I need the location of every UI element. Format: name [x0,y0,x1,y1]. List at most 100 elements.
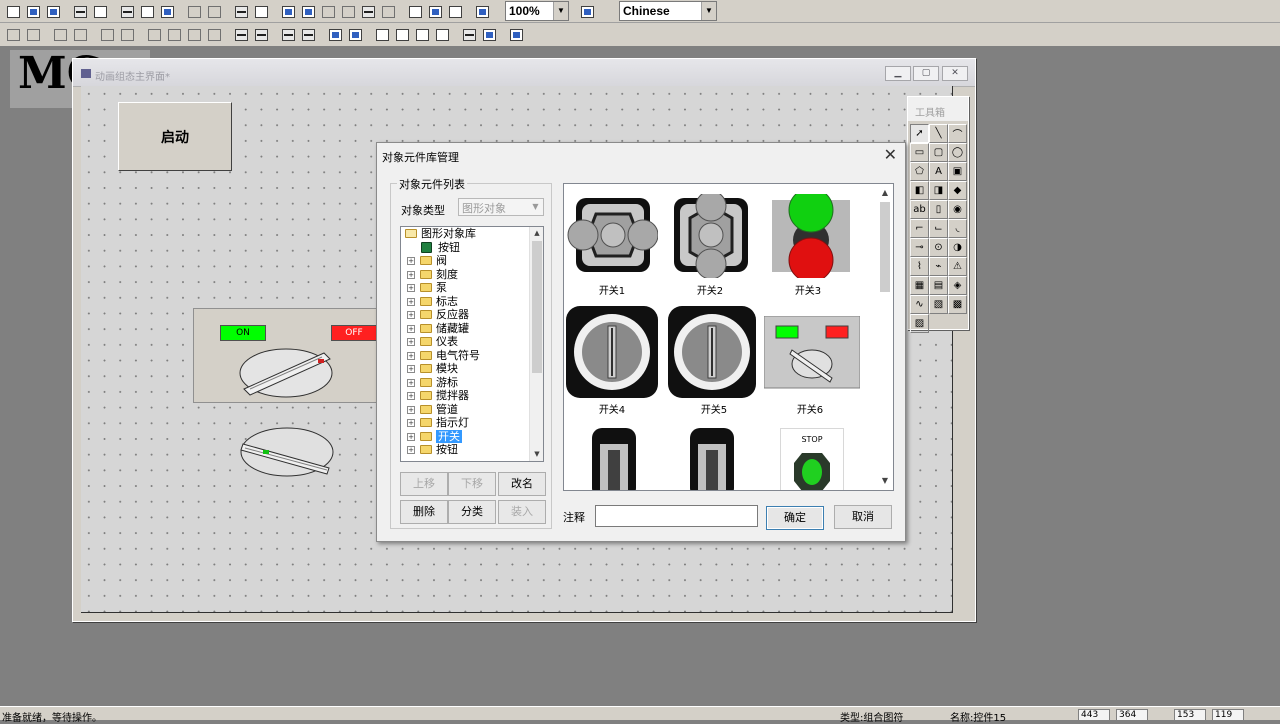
tree-item[interactable]: + 搅拌器 [401,389,543,403]
rotate-right-icon[interactable] [299,25,318,44]
recipe-icon[interactable]: ▧ [929,295,948,314]
plot-icon[interactable]: ∿ [910,295,929,314]
ungroup-icon[interactable] [346,25,365,44]
new-file-icon[interactable] [4,2,23,21]
redo-icon[interactable] [205,2,224,21]
ellipse-icon[interactable]: ◯ [948,143,967,162]
save-as-icon[interactable] [299,2,318,21]
tree-item-button-root[interactable]: 按钮 [401,241,543,255]
fill-icon[interactable] [480,25,499,44]
pipe-icon[interactable]: ◧ [910,181,929,200]
minimize-icon[interactable]: ▁ [885,66,911,81]
layout-icon[interactable] [446,2,465,21]
expand-icon[interactable]: + [407,324,415,333]
expand-icon[interactable]: + [407,446,415,454]
switch-item-1[interactable]: 开关1 [566,194,659,304]
tree-item[interactable]: + 仪表 [401,335,543,349]
move-up-button[interactable]: 上移 [400,472,448,496]
tree-item[interactable]: + 标志 [401,295,543,309]
cancel-button[interactable]: 取消 [834,505,892,529]
classify-button[interactable]: 分类 [448,500,496,524]
align-bottom-icon[interactable] [71,25,90,44]
help-icon[interactable] [473,2,492,21]
expand-icon[interactable]: + [407,297,415,306]
tree-item[interactable]: + 模块 [401,362,543,376]
grid-icon[interactable] [379,2,398,21]
alarm-icon[interactable]: ⚠ [948,257,967,276]
flip-v-icon[interactable] [252,25,271,44]
flow-line-icon[interactable]: ⌐ [910,219,929,238]
report-icon[interactable]: ▤ [929,276,948,295]
maximize-icon[interactable]: ▢ [913,66,939,81]
check-icon[interactable] [426,2,445,21]
tools-icon[interactable] [232,2,251,21]
expand-icon[interactable]: + [407,338,415,346]
expand-icon[interactable]: + [407,419,415,427]
expand-icon[interactable]: + [407,405,415,414]
material-icon[interactable]: ◆ [948,181,967,200]
tree-item[interactable]: + 储藏罐 [401,322,543,336]
tree-item[interactable]: + 电气符号 [401,349,543,363]
tree-item[interactable]: + 阀 [401,254,543,268]
chart-icon[interactable] [319,2,338,21]
button-icon[interactable]: ◉ [948,200,967,219]
align-top-icon[interactable] [51,25,70,44]
curve-icon[interactable]: ◟ [948,219,967,238]
chevron-down-icon[interactable]: ▼ [529,200,542,214]
load-button[interactable]: 装入 [498,500,546,524]
switch-item-6[interactable]: 开关6 [763,315,861,418]
flip-h-icon[interactable] [232,25,251,44]
input-icon[interactable]: ▯ [929,200,948,219]
trend-icon[interactable]: ⌇ [910,257,929,276]
lever-switch-icon[interactable] [588,428,648,491]
switch-item-5[interactable]: 开关5 [668,306,760,418]
tree-scrollbar[interactable]: ▲ ▼ [529,227,543,461]
tree-item[interactable]: + 刻度 [401,268,543,282]
edit-icon[interactable] [279,2,298,21]
scroll-thumb[interactable] [880,202,890,292]
expand-icon[interactable]: + [407,432,415,441]
expand-icon[interactable]: + [407,257,415,265]
paste-icon[interactable] [158,2,177,21]
rotary-switch-icon[interactable] [239,422,339,482]
rotary-icon[interactable]: ◑ [948,238,967,257]
scroll-down-icon[interactable]: ▼ [530,448,543,461]
image-icon[interactable]: ▨ [910,314,929,333]
table-icon[interactable]: ▦ [910,276,929,295]
group-icon[interactable] [326,25,345,44]
delete-button[interactable]: 删除 [400,500,448,524]
properties-icon[interactable] [406,2,425,21]
arc-icon[interactable]: ⌒ [948,124,967,143]
switch-item-4[interactable]: 开关4 [566,306,658,418]
object-tree[interactable]: 图形对象库 按钮 + 阀 + 刻度 + 泵 + 标志 + 反应器 + 储藏罐 + 仪表 + 电气符号 + 模块 + 游… [400,226,544,462]
start-button[interactable]: 启动 [118,102,232,171]
lock-icon[interactable] [460,25,479,44]
same-width-icon[interactable] [98,25,117,44]
language-icon[interactable] [578,2,597,21]
component-preview[interactable]: 开关1 开关2 开关3 开关4 开关5 开关6 STOP ▲ ▼ [563,183,894,491]
align-left-icon[interactable] [4,25,23,44]
font-icon[interactable] [339,2,358,21]
tree-item[interactable]: + 按钮 [401,443,543,457]
palette-icon[interactable] [507,25,526,44]
forward-icon[interactable] [413,25,432,44]
stop-button-item[interactable]: STOP [780,428,844,490]
print-preview-icon[interactable] [91,2,110,21]
object-library-dialog[interactable]: 对象元件库管理 ✕ 对象元件列表 对象类型 图形对象 ▼ 图形对象库 按钮 + 阀… [376,142,906,542]
switch-group-selected[interactable]: ON OFF [193,308,383,403]
slider-icon[interactable]: ⊸ [910,238,929,257]
scroll-thumb[interactable] [532,241,542,373]
backward-icon[interactable] [433,25,452,44]
chevron-down-icon[interactable]: ▼ [553,2,568,20]
pointer-icon[interactable]: ➚ [910,124,929,143]
send-back-icon[interactable] [393,25,412,44]
tree-item[interactable]: + 指示灯 [401,416,543,430]
preview-scrollbar[interactable]: ▲ ▼ [877,184,893,490]
close-icon[interactable]: ✕ [942,66,968,81]
tree-item[interactable]: + 开关 [401,429,543,443]
tree-item[interactable]: + 游标 [401,376,543,390]
close-icon[interactable]: ✕ [884,145,897,164]
toolbox-title[interactable]: 工具箱 [908,97,968,121]
rotate-icon[interactable]: ⊙ [929,238,948,257]
lever-switch-icon[interactable] [686,428,746,491]
